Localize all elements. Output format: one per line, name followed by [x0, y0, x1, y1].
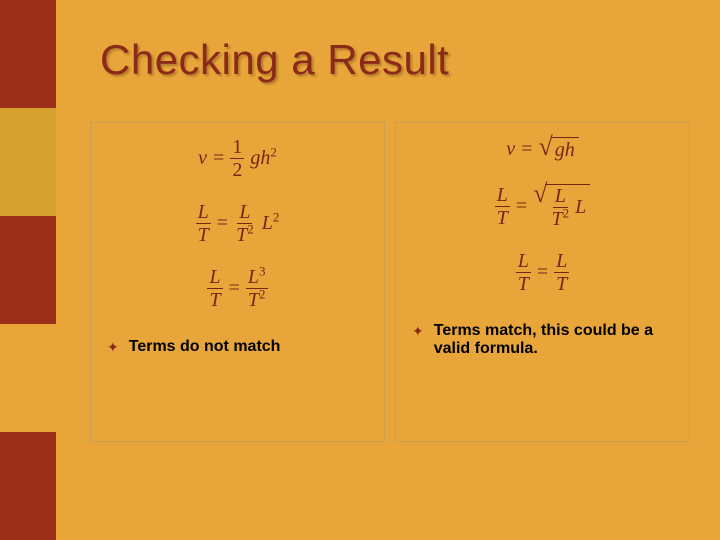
stripe — [0, 432, 56, 540]
frac-LT: L T — [554, 251, 569, 294]
gh-squared: gh2 — [250, 147, 277, 170]
right-eq2: L T = √ L T2 L — [495, 184, 590, 229]
right-eq3: L T = L T — [516, 251, 570, 294]
stripe — [0, 0, 56, 108]
columns: v = 1 2 gh2 L T = L T2 L2 — [90, 122, 690, 442]
equals-sign: = — [516, 195, 527, 218]
tail-L: L — [575, 196, 586, 219]
frac-LT2: L T2 — [234, 202, 256, 245]
right-caption-text: Terms match, this could be a valid formu… — [434, 322, 673, 358]
right-eq1: v = √ gh — [506, 137, 578, 162]
sqrt-frac: √ L T2 L — [533, 184, 590, 229]
equals-sign: = — [217, 212, 228, 235]
left-caption-text: Terms do not match — [129, 338, 281, 356]
left-equations: v = 1 2 gh2 L T = L T2 L2 — [103, 137, 372, 310]
right-caption: ✦ Terms match, this could be a valid for… — [408, 322, 677, 358]
side-stripes — [0, 0, 56, 540]
stripe — [0, 216, 56, 324]
sqrt-gh: √ gh — [538, 137, 578, 162]
slide-title: Checking a Result — [100, 36, 449, 84]
frac-LT: L T — [196, 202, 211, 245]
bullet-icon: ✦ — [107, 338, 119, 356]
var-v: v — [198, 147, 207, 170]
left-eq3: L T = L3 T2 — [207, 267, 267, 310]
left-column: v = 1 2 gh2 L T = L T2 L2 — [90, 122, 385, 442]
equals-sign: = — [229, 277, 240, 300]
frac-LT: L T — [207, 267, 222, 310]
frac-half: 1 2 — [230, 137, 244, 180]
left-eq1: v = 1 2 gh2 — [198, 137, 277, 180]
stripe — [0, 108, 56, 216]
stripe — [0, 324, 56, 432]
left-eq2: L T = L T2 L2 — [196, 202, 280, 245]
var-v: v — [506, 138, 515, 161]
frac-LT: L T — [516, 251, 531, 294]
L-squared: L2 — [262, 212, 280, 235]
equals-sign: = — [521, 138, 532, 161]
frac-L3T2: L3 T2 — [246, 267, 268, 310]
equals-sign: = — [213, 147, 224, 170]
equals-sign: = — [537, 261, 548, 284]
right-equations: v = √ gh L T = √ L — [408, 137, 677, 294]
frac-LT: L T — [495, 185, 510, 228]
left-caption: ✦ Terms do not match — [103, 338, 372, 356]
frac-LT2: L T2 — [549, 186, 571, 229]
bullet-icon: ✦ — [412, 322, 424, 340]
right-column: v = √ gh L T = √ L — [395, 122, 690, 442]
